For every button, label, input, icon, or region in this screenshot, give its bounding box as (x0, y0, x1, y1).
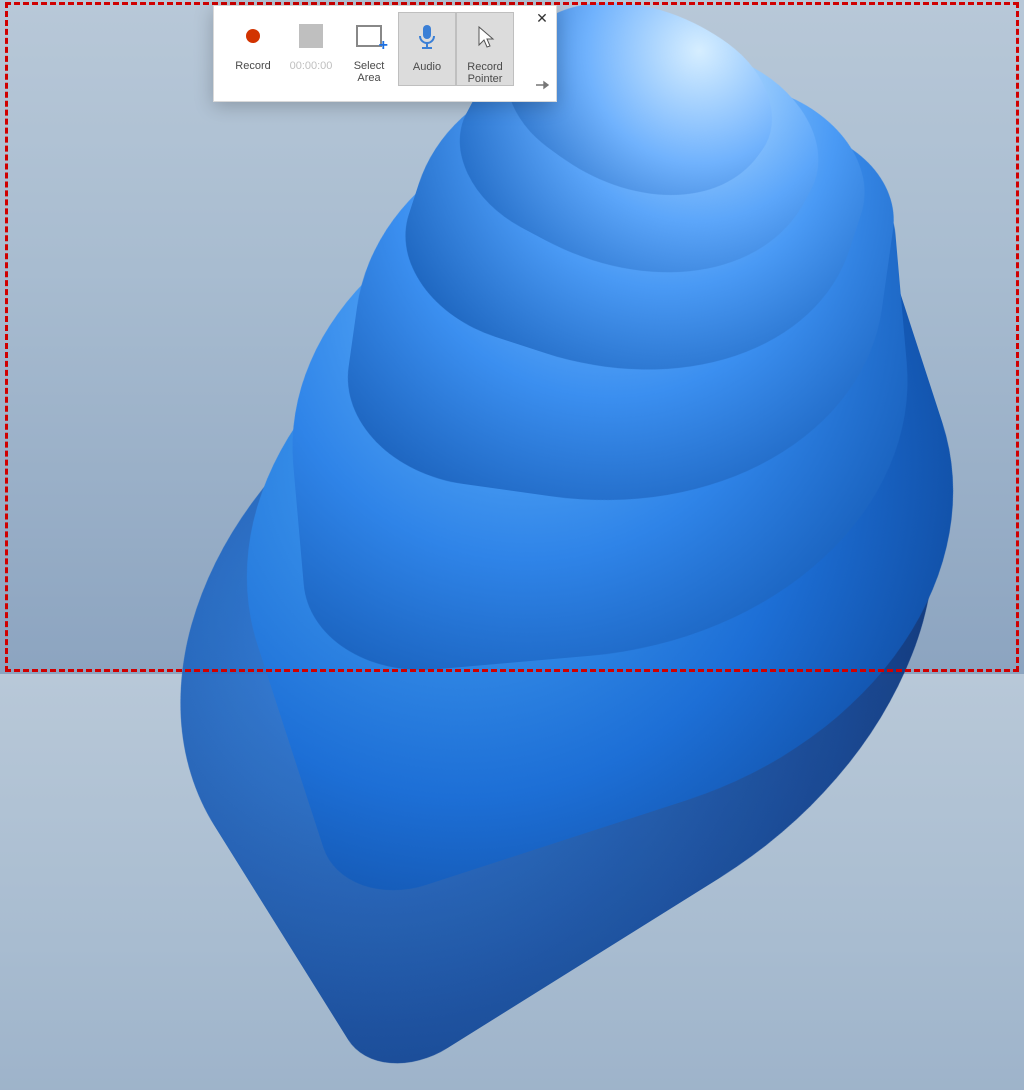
screen-recorder-toolbar: Record 00:00:00 Select Area (213, 5, 557, 102)
record-pointer-toggle-button[interactable]: Record Pointer (456, 12, 514, 86)
recording-selection-rectangle (5, 2, 1019, 672)
cursor-icon (465, 17, 505, 57)
close-icon: ✕ (536, 10, 548, 27)
record-button[interactable]: Record (224, 12, 282, 86)
record-icon (233, 16, 273, 56)
close-button[interactable]: ✕ (533, 9, 551, 27)
microphone-icon (407, 17, 447, 57)
record-label: Record (235, 60, 270, 72)
audio-toggle-button[interactable]: Audio (398, 12, 456, 86)
pin-icon (535, 79, 549, 91)
wallpaper-bloom (60, 0, 1024, 894)
select-area-icon (349, 16, 389, 56)
stop-icon (291, 16, 331, 56)
pin-button[interactable] (535, 79, 551, 93)
select-area-label: Select Area (354, 60, 385, 84)
timer-value: 00:00:00 (290, 60, 333, 72)
recording-timer: 00:00:00 (282, 12, 340, 86)
select-area-button[interactable]: Select Area (340, 12, 398, 86)
audio-label: Audio (413, 61, 441, 73)
record-pointer-label: Record Pointer (467, 61, 502, 85)
